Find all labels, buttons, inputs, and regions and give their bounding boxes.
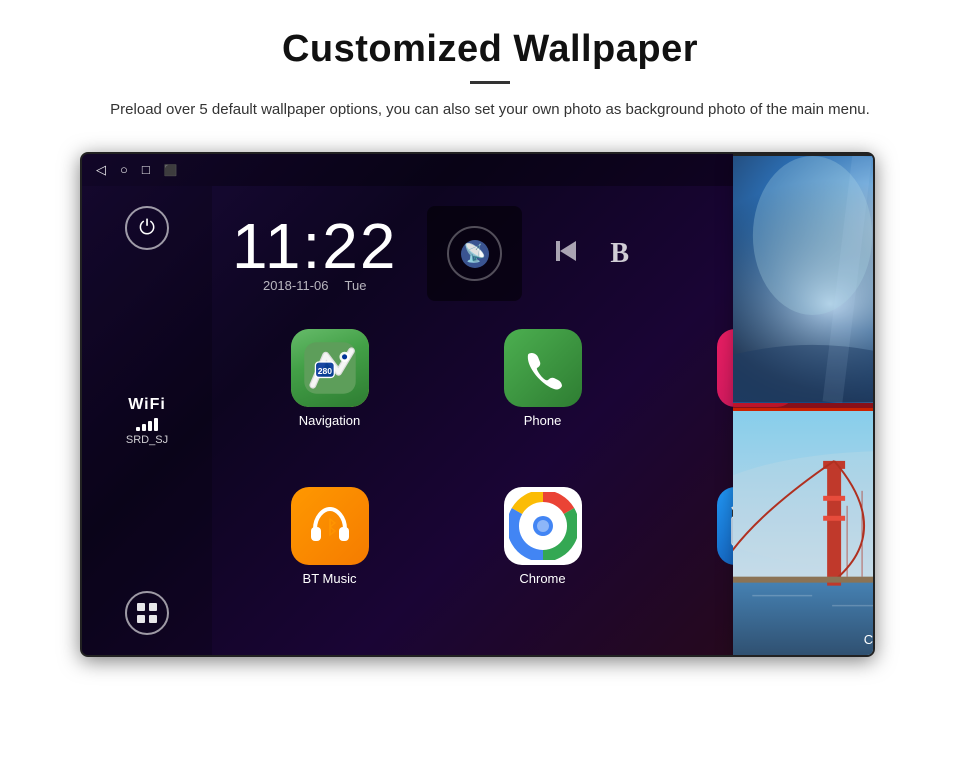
status-left: ◁ ○ □ ⬛	[96, 162, 177, 178]
left-sidebar: ⏻ WiFi SRD_SJ	[82, 186, 212, 655]
navigation-app-icon: 280	[291, 329, 369, 407]
ice-cave-svg	[733, 156, 875, 403]
wifi-bar-4	[154, 418, 158, 431]
bt-music-icon-svg	[305, 501, 355, 551]
home-icon[interactable]: ○	[120, 162, 128, 178]
android-screen-wrapper: ◁ ○ □ ⬛ ⬧ ▾ 11:22 ⏻	[80, 152, 900, 657]
app-item-bt-music[interactable]: BT Music	[232, 487, 427, 627]
clock-day-text: Tue	[345, 278, 367, 293]
clock-date-text: 2018-11-06	[263, 278, 329, 293]
page-title: Customized Wallpaper	[60, 28, 920, 71]
power-button[interactable]: ⏻	[125, 206, 169, 250]
wifi-label: WiFi	[128, 396, 166, 414]
bt-music-app-icon	[291, 487, 369, 565]
apps-grid-icon	[136, 602, 158, 624]
prev-track-icon	[552, 237, 580, 265]
title-divider	[470, 81, 510, 84]
app-item-navigation[interactable]: 280 Navigation	[232, 329, 427, 469]
carsetting-label-wrapper: CarSetting	[733, 631, 875, 649]
svg-text:280: 280	[317, 366, 332, 376]
phone-app-icon	[504, 329, 582, 407]
bluetooth-label: B	[610, 238, 629, 270]
page-subtitle: Preload over 5 default wallpaper options…	[90, 98, 890, 122]
wallpaper-panels: CarSetting	[733, 154, 875, 657]
ice-cave-bg	[733, 156, 875, 403]
phone-icon-svg	[520, 345, 566, 391]
media-wifi-icon: 📡	[464, 243, 486, 264]
clock-time: 11:22	[232, 214, 397, 278]
header-section: Customized Wallpaper Preload over 5 defa…	[0, 0, 980, 134]
media-dot: 📡	[461, 240, 489, 268]
wallpaper-ice-cave	[733, 156, 875, 403]
app-item-phone[interactable]: Phone	[445, 329, 640, 469]
wallpaper-bridge: CarSetting	[733, 411, 875, 658]
wifi-bar-3	[148, 421, 152, 431]
camera-icon[interactable]: ⬛	[164, 164, 178, 177]
media-circle: 📡	[447, 226, 502, 281]
recent-icon[interactable]: □	[142, 162, 150, 178]
wifi-widget: WiFi SRD_SJ	[126, 396, 168, 446]
chrome-icon-svg	[509, 492, 577, 560]
clock-info: 11:22 2018-11-06 Tue	[232, 214, 397, 293]
carsetting-label: CarSetting	[864, 632, 875, 647]
nav-inner: 280	[291, 329, 369, 407]
navigation-map-svg: 280	[300, 338, 360, 398]
bt-music-app-label: BT Music	[303, 571, 357, 586]
media-widget[interactable]: 📡	[427, 206, 522, 301]
apps-grid-button[interactable]	[125, 591, 169, 635]
clock-date: 2018-11-06 Tue	[263, 278, 366, 293]
app-item-chrome[interactable]: Chrome	[445, 487, 640, 627]
chrome-app-label: Chrome	[519, 571, 565, 586]
chrome-app-icon	[504, 487, 582, 565]
wifi-bars	[136, 417, 158, 431]
back-icon[interactable]: ◁	[96, 162, 106, 178]
bridge-svg	[733, 411, 875, 658]
wifi-bar-2	[142, 424, 146, 431]
prev-track-button[interactable]	[552, 237, 580, 271]
wifi-ssid: SRD_SJ	[126, 434, 168, 446]
page-wrapper: Customized Wallpaper Preload over 5 defa…	[0, 0, 980, 758]
power-icon: ⏻	[139, 217, 155, 240]
phone-app-label: Phone	[524, 413, 562, 428]
bridge-scene-bg	[733, 411, 875, 658]
android-screen: ◁ ○ □ ⬛ ⬧ ▾ 11:22 ⏻	[80, 152, 875, 657]
wifi-bar-1	[136, 427, 140, 431]
wallpaper-middle-strip	[733, 403, 875, 411]
navigation-app-label: Navigation	[299, 413, 360, 428]
